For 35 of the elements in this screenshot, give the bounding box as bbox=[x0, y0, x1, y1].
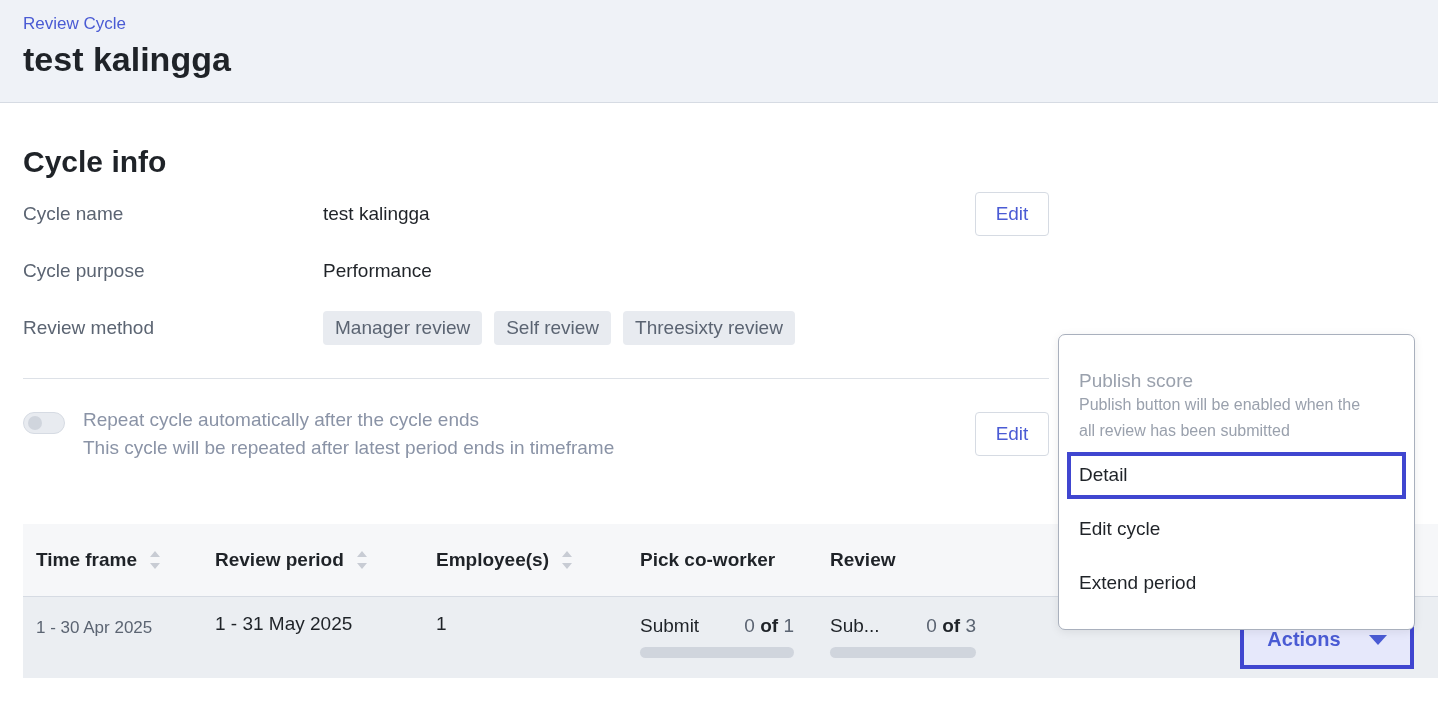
page-title: test kalingga bbox=[23, 40, 231, 79]
sort-icon[interactable] bbox=[561, 550, 573, 570]
sort-icon[interactable] bbox=[149, 550, 162, 570]
edit-button[interactable]: Edit bbox=[975, 412, 1049, 456]
method-tag: Manager review bbox=[323, 310, 483, 345]
field-value: Performance bbox=[323, 259, 432, 282]
toggle-label: Repeat cycle automatically after the cycle ends bbox=[83, 408, 480, 432]
menu-item[interactable]: Edit cycle bbox=[1067, 506, 1406, 553]
toggle-description: This cycle will be repeated after latest period ends in timeframe bbox=[83, 436, 615, 460]
menu-item[interactable]: Detail bbox=[1067, 452, 1406, 499]
method-tag: Threesixty review bbox=[623, 310, 795, 345]
field-label: Cycle name bbox=[23, 202, 125, 225]
field-label: Cycle purpose bbox=[23, 259, 146, 282]
field-label: Review method bbox=[23, 316, 155, 339]
column-header: Review period bbox=[215, 549, 344, 571]
section-heading: Cycle info bbox=[23, 145, 167, 179]
table-cell: 1 - 31 May 2025 bbox=[215, 613, 353, 635]
column-header: Pick co-worker bbox=[640, 549, 776, 571]
sort-icon[interactable] bbox=[355, 550, 368, 570]
status-label: Submit bbox=[640, 615, 700, 637]
column-header: Time frame bbox=[36, 549, 138, 571]
edit-button[interactable]: Edit bbox=[975, 191, 1049, 236]
table-cell: 1 bbox=[436, 613, 447, 635]
caret-icon bbox=[1368, 634, 1387, 645]
field-value: test kalingga bbox=[323, 202, 430, 225]
toggle-switch[interactable] bbox=[23, 412, 65, 434]
menu-item[interactable]: Extend period bbox=[1067, 560, 1406, 607]
breadcrumb-link[interactable]: Review Cycle bbox=[23, 14, 126, 34]
status-label: Sub... bbox=[830, 615, 880, 637]
progress-count: 0 of 1 bbox=[744, 615, 794, 637]
column-header: Employee(s) bbox=[436, 549, 549, 571]
progress-count: 0 of 3 bbox=[926, 615, 976, 637]
method-tag: Self review bbox=[494, 310, 612, 345]
column-header: Review bbox=[830, 549, 896, 571]
table-cell: 1 - 30 Apr 2025 bbox=[36, 618, 153, 638]
